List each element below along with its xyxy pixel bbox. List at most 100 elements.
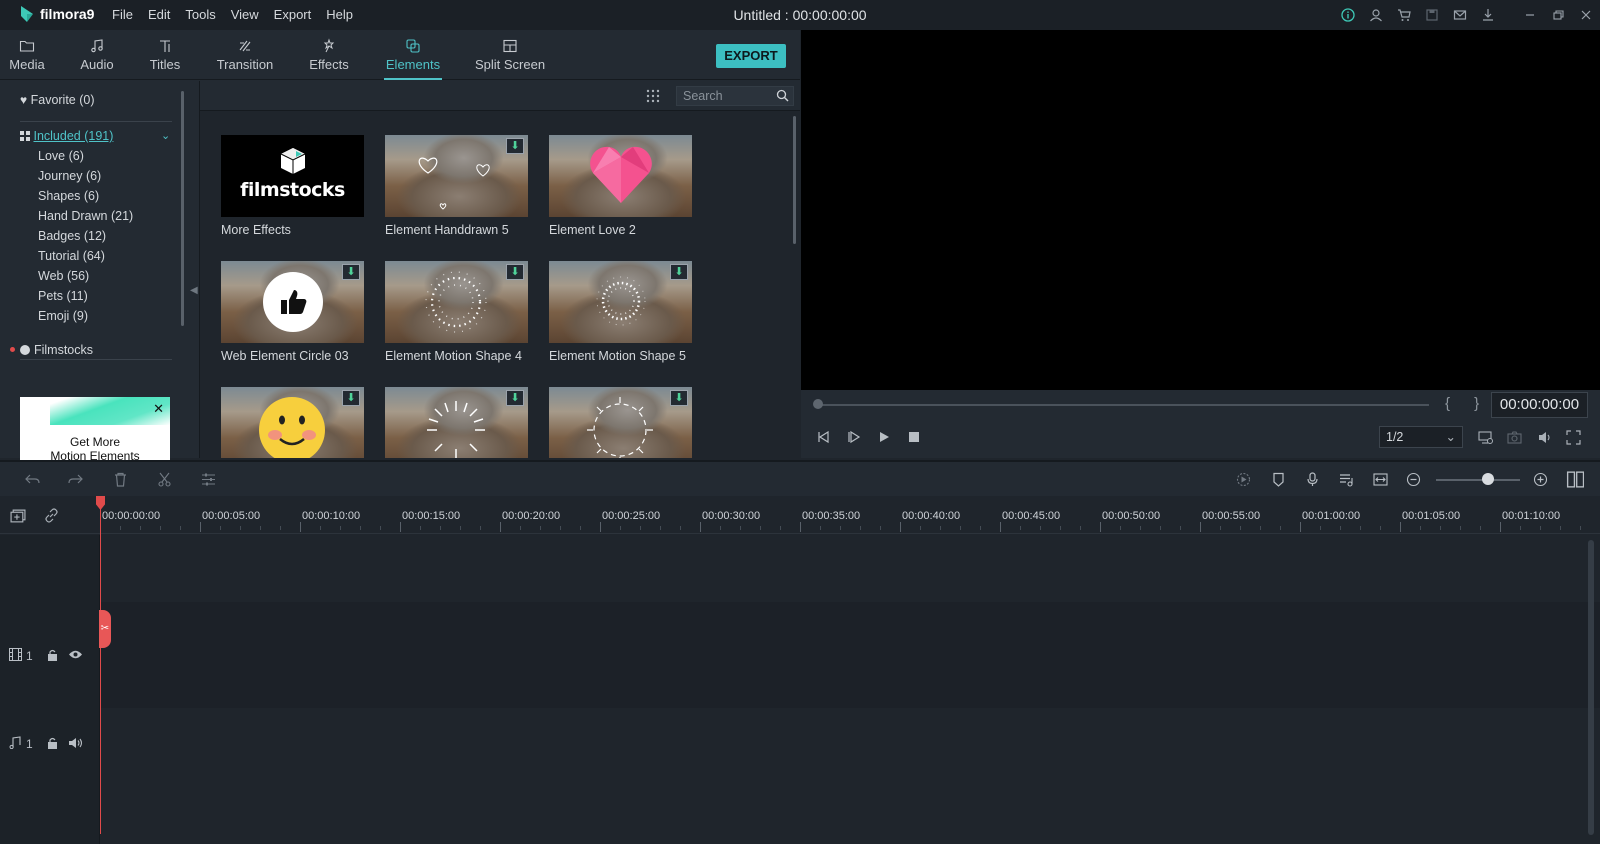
zoom-in-icon[interactable] [1533, 472, 1548, 490]
element-tile-emoji[interactable]: ⬇ [221, 387, 364, 458]
previous-frame-icon[interactable] [817, 430, 831, 447]
restore-icon[interactable] [1544, 0, 1572, 30]
render-icon[interactable] [1236, 472, 1251, 490]
marker-icon[interactable] [1271, 472, 1286, 490]
element-tile-burst-1[interactable]: ⬇ [385, 387, 528, 458]
render-preview-icon[interactable] [1478, 430, 1493, 448]
cart-icon[interactable] [1390, 0, 1418, 30]
speaker-icon[interactable] [68, 737, 83, 752]
audio-mixer-icon[interactable] [1339, 472, 1354, 490]
close-promo-icon[interactable]: ✕ [153, 401, 164, 417]
download-icon[interactable]: ⬇ [670, 264, 688, 280]
download-icon[interactable]: ⬇ [506, 264, 524, 280]
menu-view[interactable]: View [231, 7, 259, 22]
tab-split-screen[interactable]: Split Screen [474, 30, 546, 80]
microphone-icon[interactable] [1305, 472, 1320, 490]
info-icon[interactable] [1334, 0, 1362, 30]
adjust-icon[interactable] [201, 472, 216, 490]
toggle-panel-icon[interactable] [1566, 471, 1585, 491]
visibility-eye-icon[interactable] [68, 649, 83, 663]
timeline-ruler[interactable]: 00:00:00:00 00:00:05:00 00:00:10:00 00:00:1… [0, 496, 1600, 534]
menu-file[interactable]: File [112, 7, 133, 22]
preview-window[interactable] [801, 30, 1600, 390]
preview-quality-select[interactable]: 1/2 ⌄ [1379, 426, 1463, 448]
split-scissor-icon[interactable]: ✂ [99, 610, 111, 648]
tab-transition[interactable]: Transition [214, 30, 276, 80]
tab-effects[interactable]: Effects [306, 30, 352, 80]
lock-icon[interactable] [47, 737, 58, 752]
download-icon[interactable]: ⬇ [670, 390, 688, 406]
sidebar-scrollbar[interactable] [181, 91, 184, 326]
collapse-sidebar-icon[interactable]: ◀ [190, 285, 198, 296]
play-icon[interactable] [877, 430, 891, 447]
grid-scrollbar[interactable] [793, 116, 796, 244]
play-pause-icon[interactable] [847, 430, 861, 447]
menu-tools[interactable]: Tools [185, 7, 215, 22]
sidebar-item-journey[interactable]: Journey (6) [38, 169, 101, 183]
fullscreen-icon[interactable] [1566, 430, 1581, 448]
mark-in-out-icon[interactable]: { } [1445, 395, 1489, 412]
sidebar-item-filmstocks[interactable]: Filmstocks [10, 343, 93, 357]
mail-icon[interactable] [1446, 0, 1474, 30]
sidebar-item-pets[interactable]: Pets (11) [38, 289, 88, 303]
tab-media[interactable]: Media [8, 30, 46, 80]
redo-icon[interactable] [68, 472, 83, 490]
preview-scrubber[interactable] [819, 404, 1429, 406]
sidebar-item-favorite[interactable]: ♥ Favorite (0) [20, 93, 95, 107]
track-lane[interactable] [100, 708, 1586, 778]
download-icon[interactable]: ⬇ [506, 138, 524, 154]
volume-icon[interactable] [1537, 430, 1552, 448]
undo-icon[interactable] [25, 472, 40, 490]
sidebar-item-love[interactable]: Love (6) [38, 149, 84, 163]
export-button[interactable]: EXPORT [716, 44, 786, 68]
link-icon[interactable] [44, 508, 59, 526]
download-icon[interactable]: ⬇ [506, 390, 524, 406]
delete-icon[interactable] [113, 472, 128, 490]
save-icon[interactable] [1418, 0, 1446, 30]
cut-icon[interactable] [157, 472, 172, 490]
element-tile-burst-2[interactable]: ⬇ [549, 387, 692, 458]
search-icon[interactable] [776, 89, 789, 105]
zoom-out-icon[interactable] [1406, 472, 1421, 490]
tab-titles[interactable]: Titles [148, 30, 182, 80]
tab-audio[interactable]: Audio [78, 30, 116, 80]
add-track-icon[interactable] [9, 508, 27, 527]
element-tile-love-2[interactable]: Element Love 2 [549, 135, 692, 237]
close-icon[interactable] [1572, 0, 1600, 30]
zoom-slider-handle[interactable] [1482, 473, 1494, 485]
grid-view-icon[interactable] [646, 89, 660, 106]
sidebar-item-badges[interactable]: Badges (12) [38, 229, 106, 243]
sidebar-item-shapes[interactable]: Shapes (6) [38, 189, 99, 203]
minimize-icon[interactable] [1516, 0, 1544, 30]
menu-help[interactable]: Help [326, 7, 353, 22]
sidebar-item-included[interactable]: Included (191) [20, 129, 113, 143]
element-tile-motion-shape-5[interactable]: ⬇ Element Motion Shape 5 [549, 261, 692, 363]
download-icon[interactable]: ⬇ [342, 264, 360, 280]
element-tile-more-effects[interactable]: filmstocks More Effects [221, 135, 364, 237]
lock-icon[interactable] [47, 649, 58, 664]
scrubber-handle[interactable] [813, 399, 823, 409]
playhead[interactable] [100, 496, 101, 834]
track-lane[interactable] [100, 778, 1586, 844]
sidebar-item-emoji[interactable]: Emoji (9) [38, 309, 88, 323]
tab-elements[interactable]: Elements [384, 30, 442, 80]
element-tile-handdrawn-5[interactable]: ⬇ Element Handdrawn 5 [385, 135, 528, 237]
account-icon[interactable] [1362, 0, 1390, 30]
snapshot-icon[interactable] [1507, 430, 1522, 448]
chevron-down-icon[interactable]: ⌄ [161, 129, 170, 142]
element-tile-motion-shape-4[interactable]: ⬇ Element Motion Shape 4 [385, 261, 528, 363]
element-tile-web-circle-03[interactable]: ⬇ Web Element Circle 03 [221, 261, 364, 363]
track-lane[interactable] [100, 535, 1586, 602]
download-icon[interactable] [1474, 0, 1502, 30]
sidebar-item-web[interactable]: Web (56) [38, 269, 89, 283]
zoom-slider[interactable] [1436, 479, 1520, 481]
menu-edit[interactable]: Edit [148, 7, 170, 22]
fit-timeline-icon[interactable] [1373, 472, 1388, 490]
stop-icon[interactable] [907, 430, 921, 447]
timeline-scrollbar[interactable] [1588, 540, 1594, 835]
menu-export[interactable]: Export [274, 7, 312, 22]
download-icon[interactable]: ⬇ [342, 390, 360, 406]
sidebar-item-hand-drawn[interactable]: Hand Drawn (21) [38, 209, 133, 223]
track-lane[interactable] [100, 602, 1586, 708]
sidebar-item-tutorial[interactable]: Tutorial (64) [38, 249, 105, 263]
